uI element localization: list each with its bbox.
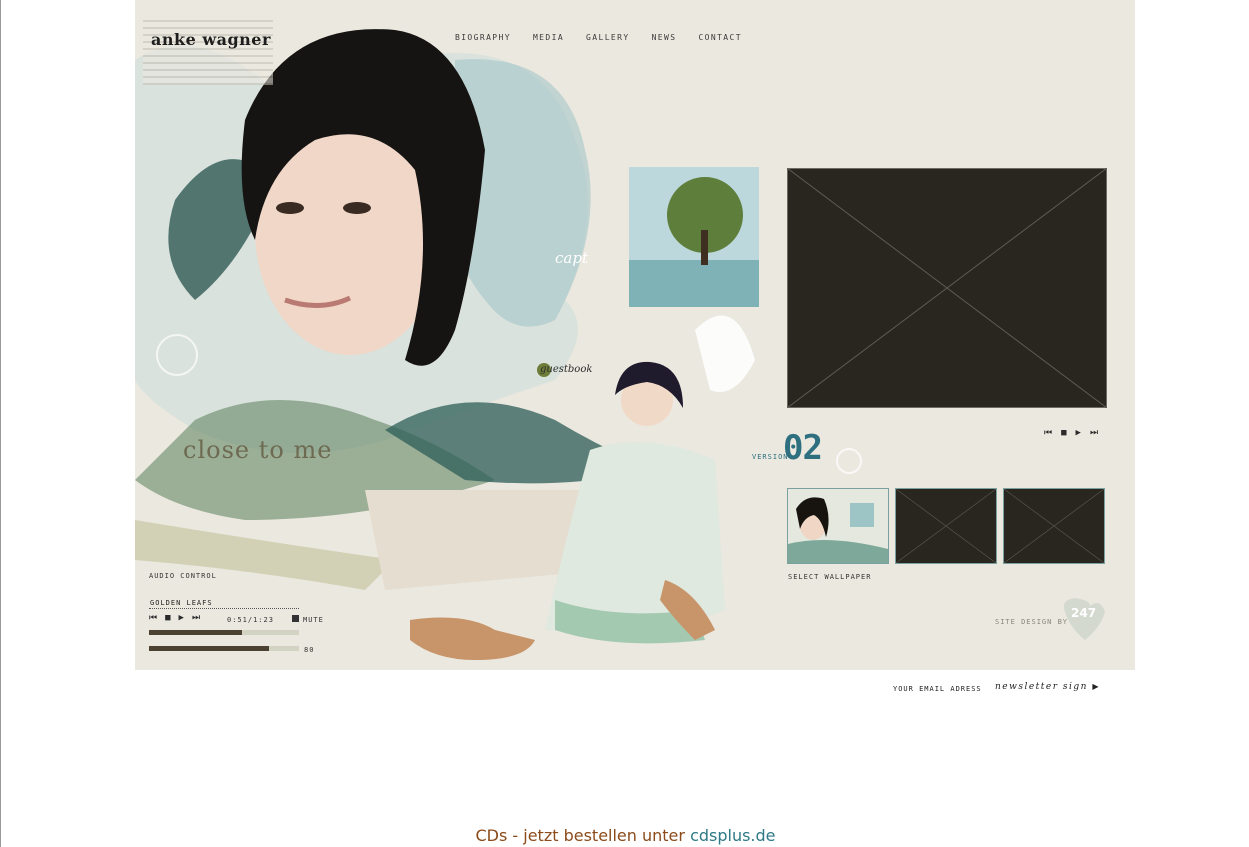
placeholder-cross-icon — [1004, 489, 1104, 563]
designer-badge[interactable]: 247 — [1071, 606, 1096, 620]
audio-play-icon[interactable]: ▶ — [179, 613, 184, 623]
stop-icon[interactable]: ■ — [1061, 428, 1066, 438]
media-controls: ⏮ ■ ▶ ⏭ — [1044, 428, 1098, 438]
track-divider — [149, 608, 299, 609]
track-title: GOLDEN LEAFS — [150, 599, 213, 607]
mute-checkbox[interactable] — [292, 615, 299, 622]
footer-text: CDs - jetzt bestellen unter — [475, 826, 685, 845]
skip-forward-icon[interactable]: ⏭ — [1090, 428, 1098, 438]
track-progress-fill — [149, 630, 242, 635]
wallpaper-thumb-1[interactable] — [787, 488, 889, 564]
main-nav: BIOGRAPHY MEDIA GALLERY NEWS CONTACT — [455, 33, 742, 42]
volume-value: 80 — [304, 646, 315, 654]
capt-label: capt — [555, 249, 588, 267]
audio-transport: ⏮ ■ ▶ ⏭ — [149, 613, 200, 623]
audio-control-label: AUDIO CONTROL — [149, 572, 217, 580]
audio-skip-back-icon[interactable]: ⏮ — [149, 613, 157, 623]
nav-media[interactable]: MEDIA — [533, 33, 564, 42]
version-number: 02 — [783, 428, 823, 468]
guestbook-link[interactable]: guestbook — [540, 364, 592, 375]
audio-stop-icon[interactable]: ■ — [165, 613, 170, 623]
nav-news[interactable]: NEWS — [652, 33, 677, 42]
nav-contact[interactable]: CONTACT — [698, 33, 742, 42]
footer-promo: CDs - jetzt bestellen unter cdsplus.de — [1, 826, 1249, 845]
skip-back-icon[interactable]: ⏮ — [1044, 428, 1052, 438]
placeholder-cross-icon — [787, 168, 1107, 408]
wallpaper-thumb-2[interactable] — [895, 488, 997, 564]
newsletter-sign-label: newsletter sign — [995, 682, 1088, 692]
site-logo[interactable]: anke wagner — [151, 30, 271, 49]
footer-shop-link[interactable]: cdsplus.de — [690, 826, 775, 845]
mute-label: MUTE — [303, 616, 324, 624]
wallpaper-preview-image — [788, 489, 888, 563]
play-icon[interactable]: ▶ — [1076, 428, 1081, 438]
track-progress-bar[interactable] — [149, 630, 299, 635]
placeholder-cross-icon — [896, 489, 996, 563]
select-wallpaper-label: SELECT WALLPAPER — [788, 573, 872, 581]
track-time: 0:51/1:23 — [227, 616, 274, 624]
wallpaper-thumb-3[interactable] — [1003, 488, 1105, 564]
email-address-label: YOUR EMAIL ADRESS — [893, 685, 982, 693]
nav-gallery[interactable]: GALLERY — [586, 33, 630, 42]
album-headline: close to me — [183, 436, 333, 464]
volume-slider[interactable] — [149, 646, 299, 651]
volume-fill — [149, 646, 269, 651]
nav-biography[interactable]: BIOGRAPHY — [455, 33, 511, 42]
audio-skip-forward-icon[interactable]: ⏭ — [192, 613, 200, 623]
site-design-label: SITE DESIGN BY — [995, 618, 1069, 626]
arrow-right-icon: ▶ — [1092, 682, 1100, 691]
newsprint-decoration — [143, 15, 273, 85]
newsletter-sign-button[interactable]: newsletter sign ▶ — [995, 682, 1100, 692]
flash-stage: anke wagner BIOGRAPHY MEDIA GALLERY NEWS… — [135, 0, 1135, 670]
media-player-screen — [787, 168, 1107, 408]
